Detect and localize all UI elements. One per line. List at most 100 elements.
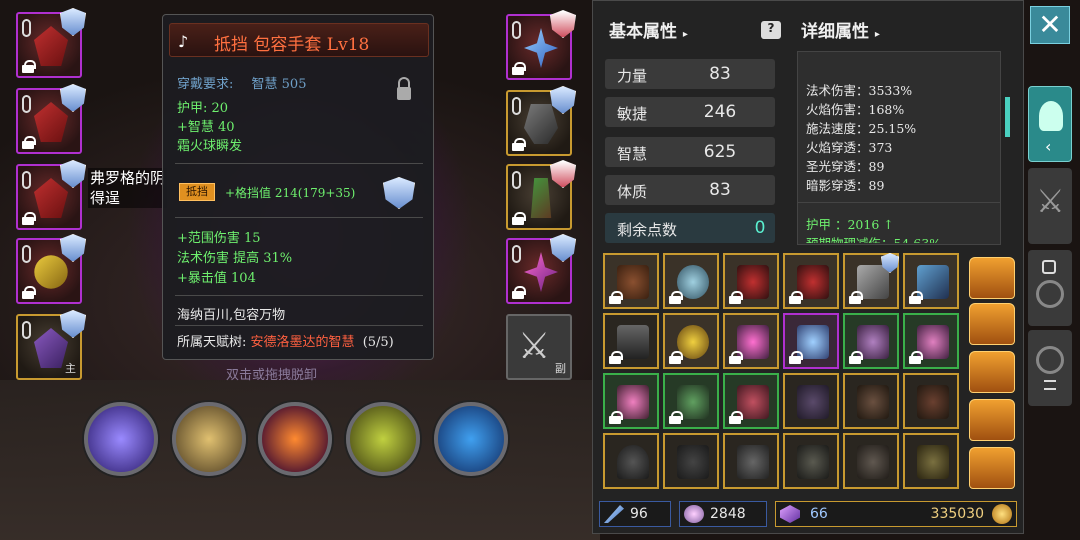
inventory-slot[interactable] <box>603 433 659 489</box>
skill-fireball-icon[interactable] <box>258 402 332 476</box>
inventory-slot[interactable] <box>783 253 839 309</box>
inventory-slot[interactable] <box>663 313 719 369</box>
inventory-slot[interactable] <box>903 253 959 309</box>
bonus-spell-damage: 法术伤害 提高 31% <box>177 251 293 266</box>
stat-row-constitution: 体质 83 <box>605 175 775 205</box>
close-button[interactable]: ✕ <box>1030 6 1070 44</box>
lock-icon <box>669 351 683 364</box>
crystal-icon <box>780 505 800 523</box>
bag-icon[interactable] <box>969 447 1015 489</box>
detail-attributes-header[interactable]: 详细属性 ▸ <box>801 17 880 42</box>
npc-label-line-2: 得逞 <box>90 189 121 207</box>
shoulder-armor-icon <box>797 445 829 479</box>
inventory-slot[interactable] <box>663 433 719 489</box>
shield-badge-icon <box>60 160 86 188</box>
stat-label: 智慧 <box>617 145 648 163</box>
inventory-slot[interactable] <box>903 313 959 369</box>
equip-slot-neck[interactable] <box>506 10 576 80</box>
target-icon <box>1036 280 1064 308</box>
info-icon[interactable]: ? <box>761 21 781 39</box>
lock-icon <box>512 62 526 75</box>
unlock-icon[interactable] <box>397 77 411 101</box>
chain-icon <box>512 245 521 263</box>
basic-attributes-header[interactable]: 基本属性 ▸ <box>609 17 688 42</box>
inventory-slot[interactable] <box>663 373 719 429</box>
belt-icon <box>797 385 829 419</box>
inventory-slot[interactable] <box>783 373 839 429</box>
inventory-slot[interactable] <box>903 373 959 429</box>
npc-label-line-1: 弗罗格的阴 <box>90 169 166 187</box>
shoulder-armor-icon <box>34 102 68 142</box>
crossed-swords-icon: ⚔ <box>1036 182 1065 220</box>
equip-slot-legs[interactable] <box>506 160 576 230</box>
inventory-slot[interactable] <box>723 253 779 309</box>
stat-row-agility: 敏捷 246 <box>605 97 775 127</box>
bag-icon[interactable] <box>969 303 1015 345</box>
item-title: 抵挡 包容手套 Lv18 <box>214 35 370 55</box>
inventory-slot[interactable] <box>603 373 659 429</box>
detail-attributes-list[interactable]: 法术伤害：3533% 火焰伤害：168% 施法速度：25.15% 火焰穿透：37… <box>797 51 1001 245</box>
side-tab-equipment[interactable]: ‹ <box>1028 86 1072 162</box>
resource-potion: 2848 <box>679 501 767 527</box>
gold-count: 335030 <box>930 506 984 522</box>
chain-icon <box>22 321 31 339</box>
inventory-slot[interactable] <box>903 433 959 489</box>
skill-sprint-icon[interactable] <box>434 402 508 476</box>
inventory-slot[interactable] <box>843 373 899 429</box>
inventory-slot[interactable] <box>843 253 899 309</box>
equip-slot-ring[interactable] <box>506 234 576 304</box>
scrollbar[interactable] <box>1005 97 1010 137</box>
equip-slot-gloves[interactable] <box>16 234 86 304</box>
detail-fire-penetration: 火焰穿透：373 <box>806 140 893 155</box>
gauntlet-icon <box>524 104 558 144</box>
chain-icon <box>22 95 31 113</box>
wisdom-stat: +智慧 40 <box>177 120 235 135</box>
inventory-slot[interactable] <box>783 313 839 369</box>
equip-slot-hands[interactable] <box>506 86 576 156</box>
shield-icon <box>383 177 415 209</box>
resource-bar: 96 2848 66 335030 <box>599 501 1017 527</box>
ring-icon <box>524 252 558 292</box>
bag-icon[interactable] <box>969 257 1015 299</box>
potion-count: 2848 <box>710 506 746 522</box>
side-tab-weapons[interactable]: ⚔ <box>1028 168 1072 244</box>
skill-lightning-icon[interactable] <box>84 402 158 476</box>
inventory-slot[interactable] <box>603 253 659 309</box>
inventory-slot[interactable] <box>843 433 899 489</box>
equip-slot-main-weapon[interactable]: 主 <box>16 310 86 380</box>
detail-spell-damage: 法术伤害：3533% <box>806 83 913 98</box>
bag-icon[interactable] <box>969 351 1015 393</box>
inventory-slot[interactable] <box>603 313 659 369</box>
inventory-slot[interactable] <box>663 253 719 309</box>
equip-slot-chest[interactable] <box>16 160 86 230</box>
lock-icon <box>789 291 803 304</box>
divider <box>175 295 423 296</box>
lock-icon <box>729 291 743 304</box>
detail-holy-penetration: 圣光穿透：89 <box>806 159 885 174</box>
lock-icon <box>512 138 526 151</box>
lock-icon <box>609 351 623 364</box>
talent-label: 所属天赋树: <box>177 335 247 350</box>
armor-icon <box>677 445 709 479</box>
inventory-slot[interactable] <box>723 373 779 429</box>
inventory-slot[interactable] <box>723 313 779 369</box>
bag-icon[interactable] <box>969 399 1015 441</box>
stat-label: 敏捷 <box>617 105 648 123</box>
lock-icon <box>22 60 36 73</box>
inventory-slot[interactable] <box>843 313 899 369</box>
side-tab-target[interactable] <box>1028 250 1072 326</box>
stat-value: 625 <box>703 142 737 162</box>
inventory-slot[interactable] <box>723 433 779 489</box>
divider <box>175 163 423 164</box>
skill-vortex-icon[interactable] <box>172 402 246 476</box>
equip-slot-offhand[interactable]: ⚔ 副 <box>506 314 572 380</box>
lock-icon <box>849 351 863 364</box>
chain-icon <box>512 171 521 189</box>
lock-icon <box>512 212 526 225</box>
inventory-slot[interactable] <box>783 433 839 489</box>
side-tab-settings[interactable] <box>1028 330 1072 406</box>
equip-slot-shoulder[interactable] <box>16 84 86 154</box>
skill-dash-icon[interactable] <box>346 402 420 476</box>
stat-row-strength: 力量 83 <box>605 59 775 89</box>
equip-slot-helmet[interactable] <box>16 8 86 78</box>
